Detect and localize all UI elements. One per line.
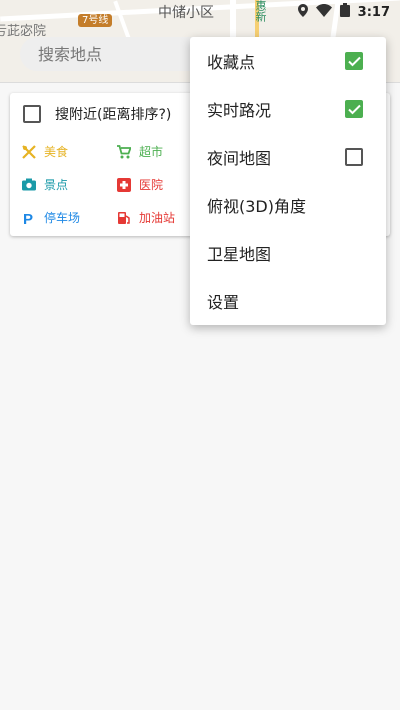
category-hospital-label: 医院 <box>139 178 164 192</box>
menu-item-night-map[interactable]: 夜间地图 <box>190 133 386 181</box>
night-map-checkbox[interactable] <box>345 148 363 166</box>
metro-line-badge: 7号线 <box>78 14 113 27</box>
wifi-icon <box>315 3 332 21</box>
menu-item-night-map-label: 夜间地图 <box>207 149 272 168</box>
nearby-label: 搜附近(距离排序?) <box>55 107 172 123</box>
menu-item-satellite[interactable]: 卫星地图 <box>190 229 386 277</box>
menu-item-traffic-label: 实时路况 <box>207 101 272 120</box>
category-sights-label: 景点 <box>44 178 69 192</box>
cart-icon <box>117 144 131 159</box>
battery-icon <box>339 3 350 21</box>
category-hospital[interactable]: 医院 <box>117 176 163 193</box>
nearby-checkbox[interactable] <box>23 105 41 123</box>
favorites-checkbox[interactable] <box>345 52 363 70</box>
category-food[interactable]: 美食 <box>22 143 68 160</box>
status-bar: 3:17 <box>297 0 400 24</box>
category-food-label: 美食 <box>44 145 69 159</box>
category-parking[interactable]: P 停车场 <box>22 209 80 226</box>
menu-item-satellite-label: 卫星地图 <box>207 245 272 264</box>
menu-item-3d-view[interactable]: 俯视(3D)角度 <box>190 181 386 229</box>
hospital-icon <box>117 177 131 192</box>
category-parking-label: 停车场 <box>44 211 81 225</box>
nearby-toggle[interactable]: 搜附近(距离排序?) <box>23 104 171 124</box>
menu-item-settings[interactable]: 设置 <box>190 277 386 325</box>
category-gas-station[interactable]: 加油站 <box>117 209 175 226</box>
category-sights[interactable]: 景点 <box>22 176 68 193</box>
location-icon <box>297 3 308 21</box>
restaurant-icon <box>22 144 36 159</box>
menu-item-traffic[interactable]: 实时路况 <box>190 85 386 133</box>
camera-icon <box>22 178 36 192</box>
menu-item-settings-label: 设置 <box>207 293 240 312</box>
menu-item-3d-view-label: 俯视(3D)角度 <box>207 197 306 216</box>
gas-station-icon <box>117 211 131 225</box>
parking-icon: P <box>22 211 36 225</box>
category-supermarket[interactable]: 超市 <box>117 143 163 160</box>
traffic-checkbox[interactable] <box>345 100 363 118</box>
map-label-road: 惠新 <box>254 0 267 22</box>
menu-item-favorites-label: 收藏点 <box>207 53 256 72</box>
clock: 3:17 <box>357 4 390 20</box>
svg-text:P: P <box>23 211 33 225</box>
category-supermarket-label: 超市 <box>139 145 164 159</box>
menu-item-favorites[interactable]: 收藏点 <box>190 37 386 85</box>
options-menu: 收藏点 实时路况 夜间地图 俯视(3D)角度 卫星地图 设置 <box>190 37 386 325</box>
category-gas-station-label: 加油站 <box>139 211 176 225</box>
map-label-community: 中储小区 <box>158 5 214 21</box>
